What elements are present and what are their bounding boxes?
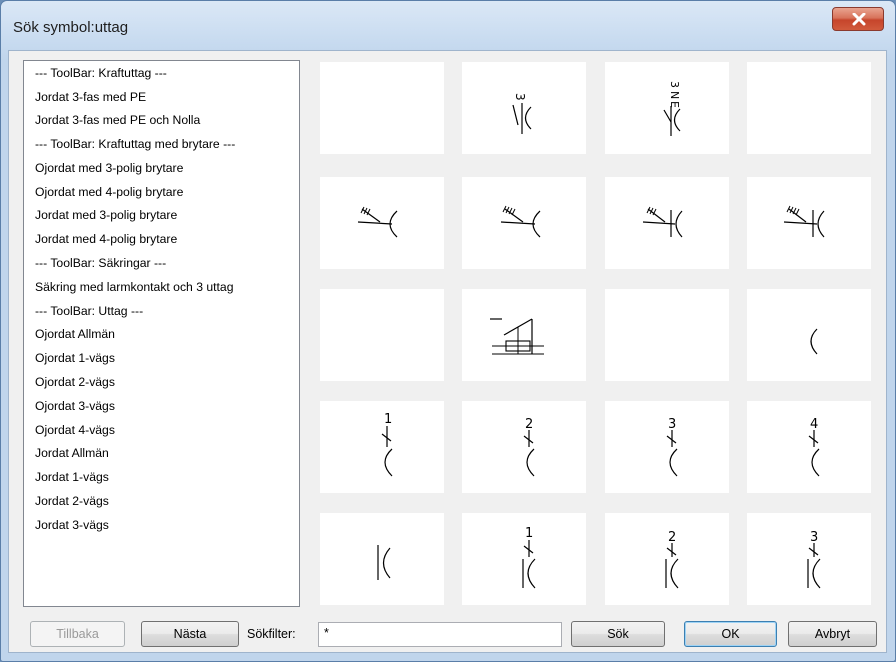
cancel-button[interactable]: Avbryt [788, 621, 877, 647]
back-button[interactable]: Tillbaka [30, 621, 125, 647]
outlet-3fas-pe-icon: 3 [512, 93, 532, 134]
next-button[interactable]: Nästa [141, 621, 239, 647]
list-item[interactable]: Jordat 3-fas med PE [35, 90, 146, 104]
symbol-cell-jordat-2vags[interactable]: 2 [605, 513, 729, 605]
symbol-cell-jordat-3fas-pe-nolla[interactable]: 3 N E [605, 62, 729, 154]
close-button[interactable] [832, 7, 884, 31]
symbol-label: 2 [525, 417, 533, 432]
symbol-cell-ojordat-2vags[interactable]: 2 [462, 401, 586, 493]
ok-button[interactable]: OK [684, 621, 777, 647]
symbol-label: N [668, 91, 681, 99]
list-item[interactable]: Ojordat Allmän [35, 327, 115, 341]
list-item[interactable]: --- ToolBar: Uttag --- [35, 304, 143, 318]
symbol-label: 1 [525, 526, 533, 541]
symbol-cell-jordat-3polig[interactable] [605, 177, 729, 269]
list-item[interactable]: Ojordat med 3-polig brytare [35, 161, 183, 175]
list-item[interactable]: --- ToolBar: Kraftuttag --- [35, 66, 167, 80]
grounded-4pole-switch-icon [783, 205, 825, 238]
list-item[interactable]: Jordat 3-vägs [35, 518, 109, 532]
outlet-3way-icon: 3 [666, 417, 678, 477]
close-icon [852, 13, 866, 26]
list-item[interactable]: Säkring med larmkontakt och 3 uttag [35, 280, 234, 294]
symbol-cell-empty[interactable] [320, 289, 444, 381]
list-item[interactable]: Ojordat 2-vägs [35, 375, 115, 389]
outlet-4pole-switch-icon [500, 205, 541, 238]
list-item[interactable]: Jordat 3-fas med PE och Nolla [35, 113, 200, 127]
outlet-3pole-switch-icon [357, 206, 398, 238]
symbol-cell-jordat-1vags[interactable]: 1 [462, 513, 586, 605]
search-button[interactable]: Sök [571, 621, 665, 647]
symbol-label: 3 [668, 81, 681, 88]
symbol-cell-ojordat-4vags[interactable]: 4 [747, 401, 871, 493]
symbol-label: 3 [668, 417, 676, 432]
title-bar[interactable]: Sök symbol:uttag [1, 1, 895, 51]
fuse-alarm-outlet-icon [490, 318, 544, 355]
symbol-cell-empty[interactable] [605, 289, 729, 381]
symbol-cell-ojordat-3polig[interactable] [320, 177, 444, 269]
symbol-cell-sakring-larmkontakt[interactable] [462, 289, 586, 381]
list-item[interactable]: Ojordat med 4-polig brytare [35, 185, 183, 199]
list-item[interactable]: Jordat med 3-polig brytare [35, 208, 177, 222]
outlet-general-icon [810, 328, 818, 355]
symbol-cell-jordat-4polig[interactable] [747, 177, 871, 269]
symbol-label: E [668, 101, 681, 108]
list-item[interactable]: Jordat 1-vägs [35, 470, 109, 484]
symbol-list[interactable]: --- ToolBar: Kraftuttag --- Jordat 3-fas… [23, 60, 300, 607]
outlet-1way-icon: 1 [381, 412, 393, 477]
outlet-3fas-pe-nolla-icon: 3 N E [663, 81, 681, 136]
window-title: Sök symbol:uttag [13, 19, 129, 36]
list-item[interactable]: Jordat Allmän [35, 446, 109, 460]
symbol-cell-jordat-allman[interactable] [320, 513, 444, 605]
symbol-cell-ojordat-allman[interactable] [747, 289, 871, 381]
grounded-outlet-1way-icon: 1 [522, 526, 536, 589]
symbol-cell-jordat-3fas-pe[interactable]: 3 [462, 62, 586, 154]
symbol-cell-jordat-3vags[interactable]: 3 [747, 513, 871, 605]
grounded-outlet-general-icon [377, 545, 391, 580]
list-item[interactable]: --- ToolBar: Kraftuttag med brytare --- [35, 137, 235, 151]
symbol-cell-empty[interactable] [747, 62, 871, 154]
outlet-2way-icon: 2 [523, 417, 535, 477]
list-item[interactable]: --- ToolBar: Säkringar --- [35, 256, 166, 270]
symbol-label: 3 [810, 530, 818, 545]
filter-input[interactable]: * [318, 622, 562, 647]
grounded-outlet-3way-icon: 3 [807, 530, 821, 589]
symbol-label: 3 [513, 93, 527, 101]
list-item[interactable]: Ojordat 4-vägs [35, 423, 115, 437]
filter-label: Sökfilter: [247, 627, 296, 641]
symbol-cell-empty[interactable] [320, 62, 444, 154]
symbol-label: 2 [668, 530, 676, 545]
symbol-cell-ojordat-1vags[interactable]: 1 [320, 401, 444, 493]
symbol-label: 1 [384, 412, 392, 427]
symbol-cell-ojordat-4polig[interactable] [462, 177, 586, 269]
list-item[interactable]: Jordat 2-vägs [35, 494, 109, 508]
list-item[interactable]: Jordat med 4-polig brytare [35, 232, 177, 246]
grounded-3pole-switch-icon [642, 206, 683, 238]
list-item[interactable]: Ojordat 1-vägs [35, 351, 115, 365]
symbol-label: 4 [810, 417, 818, 432]
list-item[interactable]: Ojordat 3-vägs [35, 399, 115, 413]
outlet-4way-icon: 4 [808, 417, 820, 477]
grounded-outlet-2way-icon: 2 [665, 530, 679, 589]
symbol-cell-ojordat-3vags[interactable]: 3 [605, 401, 729, 493]
